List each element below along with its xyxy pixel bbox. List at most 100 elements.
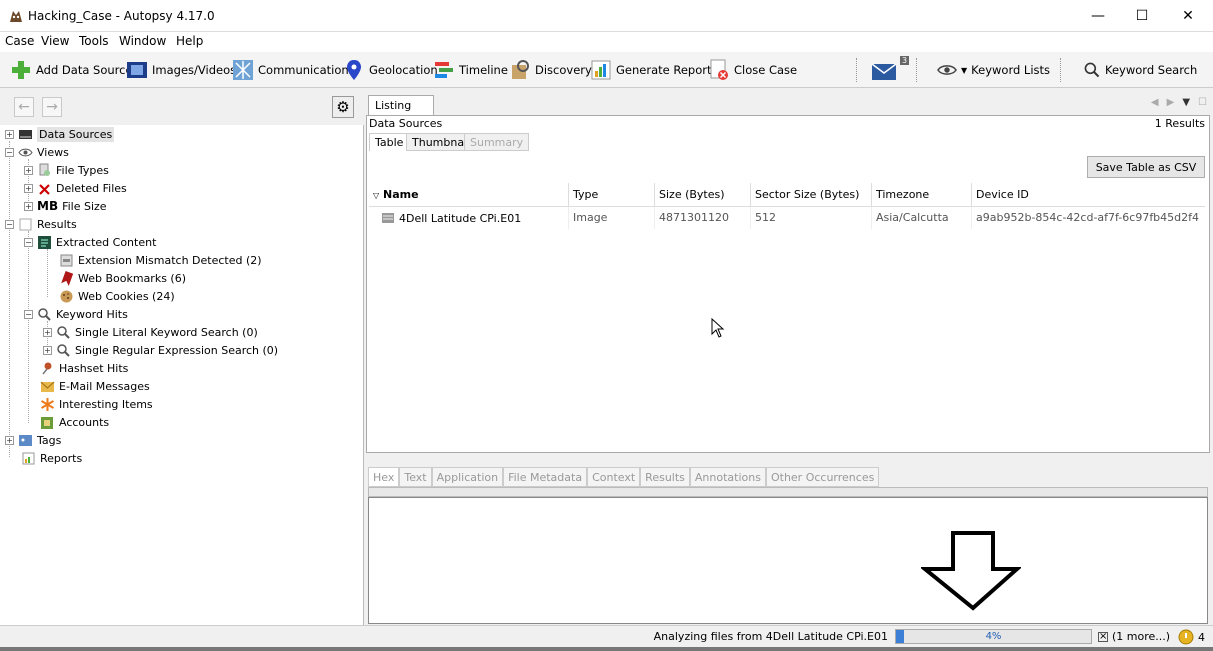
tab-scroll-left-icon[interactable]: ◀	[1151, 97, 1159, 108]
tab-navigation: ◀ ▶ ▼ ☐	[1151, 97, 1207, 108]
tree-item-extracted-content[interactable]: − Extracted Content	[24, 233, 156, 251]
tree-item-tags[interactable]: + Tags	[5, 431, 61, 449]
column-header-timezone[interactable]: Timezone	[872, 183, 972, 207]
communications-button[interactable]: Communications	[232, 57, 355, 83]
column-header-name[interactable]: ▽ Name	[369, 183, 569, 207]
keyword-search-button[interactable]: Keyword Search	[1083, 57, 1197, 83]
close-button[interactable]: ✕	[1165, 0, 1211, 32]
column-header-type[interactable]: Type	[569, 183, 655, 207]
report-icon	[591, 60, 611, 80]
tree-item-interesting-items[interactable]: Interesting Items	[40, 395, 153, 413]
column-header-sector-size[interactable]: Sector Size (Bytes)	[751, 183, 872, 207]
expand-icon[interactable]: +	[43, 327, 52, 337]
maximize-button[interactable]: ☐	[1119, 0, 1165, 32]
tree-item-web-bookmarks[interactable]: Web Bookmarks (6)	[59, 269, 186, 287]
result-viewer-panel: Listing ◀ ▶ ▼ ☐ Data Sources 1 Results T…	[366, 89, 1213, 625]
expand-icon[interactable]: +	[5, 129, 14, 139]
disk-image-icon	[382, 213, 394, 223]
tab-scroll-right-icon[interactable]: ▶	[1167, 97, 1175, 108]
expand-icon[interactable]: +	[24, 201, 33, 211]
tab-other-occurrences[interactable]: Other Occurrences	[765, 467, 880, 487]
add-data-source-button[interactable]: Add Data Source	[10, 57, 133, 83]
maximize-panel-icon[interactable]: ☐	[1198, 97, 1207, 108]
tree-item-hashset-hits[interactable]: Hashset Hits	[40, 359, 128, 377]
tab-context[interactable]: Context	[587, 467, 641, 487]
directory-tree-panel: ← → ⚙ + Data Sources − Views + File Type…	[0, 89, 364, 625]
accounts-icon	[41, 416, 53, 429]
cell-size: 4871301120	[655, 207, 751, 229]
ingest-progress-bar[interactable]: 4%	[895, 629, 1092, 644]
back-arrow-icon[interactable]: ←	[14, 97, 34, 117]
tab-text[interactable]: Text	[399, 467, 432, 487]
tree-item-results[interactable]: − Results	[5, 215, 77, 233]
tree-item-file-size[interactable]: + MB File Size	[24, 197, 107, 215]
generate-report-label: Generate Report	[616, 63, 712, 77]
expand-icon[interactable]: +	[5, 435, 14, 445]
tree-item-single-literal[interactable]: + Single Literal Keyword Search (0)	[43, 323, 258, 341]
tab-list-dropdown-icon[interactable]: ▼	[1182, 97, 1190, 108]
menu-window[interactable]: Window	[119, 34, 166, 48]
toolbar-separator	[856, 58, 857, 82]
hard-drive-icon	[19, 129, 32, 139]
tree-label: Interesting Items	[59, 397, 153, 411]
expand-icon[interactable]: +	[24, 183, 33, 193]
tab-hex[interactable]: Hex	[368, 467, 400, 487]
column-header-device-id[interactable]: Device ID	[972, 183, 1205, 207]
column-header-size[interactable]: Size (Bytes)	[655, 183, 751, 207]
tree-item-keyword-hits[interactable]: − Keyword Hits	[24, 305, 128, 323]
discovery-button[interactable]: Discovery	[509, 57, 592, 83]
tab-listing[interactable]: Listing	[368, 95, 434, 115]
tree-item-web-cookies[interactable]: Web Cookies (24)	[59, 287, 175, 305]
menu-view[interactable]: View	[41, 34, 69, 48]
tree-item-single-regex[interactable]: + Single Regular Expression Search (0)	[43, 341, 278, 359]
menu-help[interactable]: Help	[176, 34, 203, 48]
cell-name: 4Dell Latitude CPi.E01	[369, 207, 569, 229]
tree-item-reports[interactable]: Reports	[21, 449, 82, 467]
expand-icon[interactable]: +	[43, 345, 52, 355]
gear-icon[interactable]: ⚙	[332, 96, 354, 118]
collapse-icon[interactable]: −	[5, 147, 14, 157]
timeline-icon	[435, 62, 453, 78]
tree-item-views[interactable]: − Views	[5, 143, 69, 161]
tab-table[interactable]: Table	[369, 133, 410, 151]
toolbar-separator	[1060, 58, 1061, 82]
timeline-button[interactable]: Timeline	[433, 57, 508, 83]
notifications[interactable]: 4	[1178, 629, 1205, 645]
generate-report-button[interactable]: Generate Report	[590, 57, 712, 83]
tab-annotations[interactable]: Annotations	[689, 467, 766, 487]
expand-icon[interactable]: +	[24, 165, 33, 175]
messages-button[interactable]: 3	[871, 56, 910, 83]
table-header: ▽ Name Type Size (Bytes) Sector Size (By…	[369, 183, 1205, 207]
collapse-icon[interactable]: −	[24, 309, 33, 319]
minimize-button[interactable]: —	[1075, 0, 1121, 32]
keyword-lists-button[interactable]: ▼ Keyword Lists	[937, 57, 1050, 83]
tree-label: Hashset Hits	[59, 361, 129, 375]
tree-item-data-sources[interactable]: + Data Sources	[5, 125, 115, 143]
network-icon	[233, 60, 253, 80]
tree-label: Accounts	[59, 415, 110, 429]
tree-item-accounts[interactable]: Accounts	[40, 413, 109, 431]
collapse-icon[interactable]: −	[5, 219, 14, 229]
menu-bar: Case View Tools Window Help	[0, 32, 1213, 52]
save-table-csv-button[interactable]: Save Table as CSV	[1087, 156, 1205, 178]
tree-item-deleted-files[interactable]: + Deleted Files	[24, 179, 127, 197]
table-row[interactable]: 4Dell Latitude CPi.E01 Image 4871301120 …	[369, 207, 1205, 229]
forward-arrow-icon[interactable]: →	[42, 97, 62, 117]
collapse-icon[interactable]: −	[24, 237, 33, 247]
menu-case[interactable]: Case	[5, 34, 34, 48]
images-videos-button[interactable]: Images/Videos	[126, 57, 236, 83]
close-case-button[interactable]: Close Case	[708, 57, 797, 83]
tree-item-extension-mismatch[interactable]: Extension Mismatch Detected (2)	[59, 251, 262, 269]
tree-item-email-messages[interactable]: E-Mail Messages	[40, 377, 150, 395]
more-tasks[interactable]: × (1 more...)	[1098, 630, 1170, 643]
tab-application[interactable]: Application	[431, 467, 504, 487]
geolocation-button[interactable]: Geolocation	[343, 57, 438, 83]
tab-summary[interactable]: Summary	[464, 133, 530, 151]
tab-results[interactable]: Results	[640, 467, 690, 487]
content-viewer-area	[368, 497, 1208, 624]
cancel-task-icon[interactable]: ×	[1098, 631, 1108, 642]
extracted-content-icon	[38, 235, 51, 249]
menu-tools[interactable]: Tools	[79, 34, 109, 48]
tree-item-file-types[interactable]: + File Types	[24, 161, 109, 179]
tab-file-metadata[interactable]: File Metadata	[503, 467, 588, 487]
